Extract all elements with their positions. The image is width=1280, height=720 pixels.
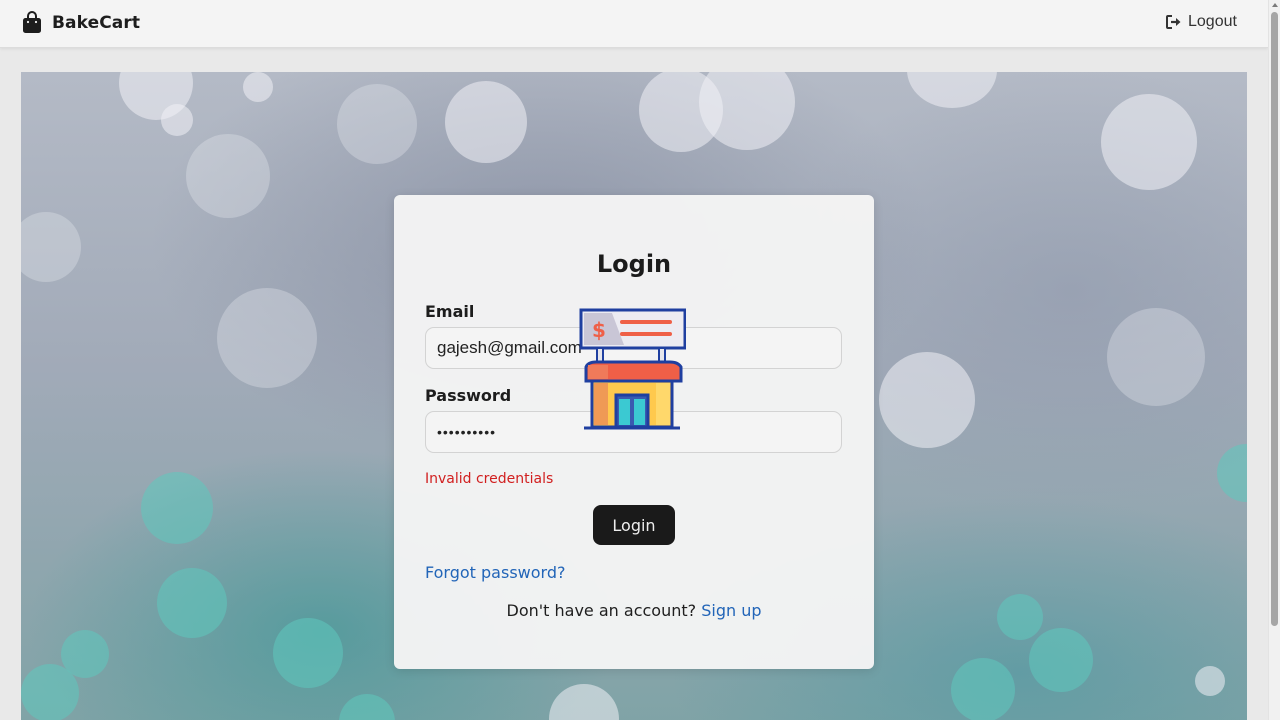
error-message: Invalid credentials xyxy=(425,471,554,487)
storefront-with-dollar-sign-icon: $ xyxy=(579,308,686,430)
brand[interactable]: BakeCart xyxy=(22,11,140,34)
bokeh-circle xyxy=(549,684,619,720)
shopping-bag-icon xyxy=(23,11,41,33)
bokeh-circle xyxy=(445,81,527,163)
bokeh-circle xyxy=(141,472,213,544)
scrollbar[interactable] xyxy=(1268,0,1280,720)
bokeh-circle xyxy=(1217,444,1247,502)
bokeh-circle xyxy=(997,594,1043,640)
scroll-up-arrow-icon[interactable] xyxy=(1272,3,1278,7)
logout-button[interactable]: Logout xyxy=(1166,13,1237,31)
bokeh-circle xyxy=(1195,666,1225,696)
bokeh-circle xyxy=(186,134,270,218)
brand-name: BakeCart xyxy=(52,12,141,33)
bokeh-circle xyxy=(337,84,417,164)
page-title: Login xyxy=(596,250,672,278)
logout-label: Logout xyxy=(1188,13,1237,30)
password-label: Password xyxy=(425,386,512,405)
bokeh-circle xyxy=(1101,94,1197,190)
bokeh-circle xyxy=(21,664,79,720)
signup-link[interactable]: Sign up xyxy=(701,601,761,620)
bokeh-circle xyxy=(339,694,395,720)
forgot-password-link[interactable]: Forgot password? xyxy=(425,563,565,582)
bokeh-circle xyxy=(21,212,81,282)
bokeh-circle xyxy=(1107,308,1205,406)
signup-row: Don't have an account? Sign up xyxy=(394,601,874,620)
svg-text:$: $ xyxy=(592,318,606,342)
bokeh-circle xyxy=(217,288,317,388)
sign-out-icon xyxy=(1166,15,1181,29)
navbar: BakeCart Logout xyxy=(0,0,1268,48)
bokeh-circle xyxy=(161,104,193,136)
bokeh-circle xyxy=(273,618,343,688)
bokeh-circle xyxy=(243,72,273,102)
bokeh-circle xyxy=(699,72,795,150)
bokeh-circle xyxy=(907,72,997,108)
login-button[interactable]: Login xyxy=(593,505,675,545)
bokeh-circle xyxy=(1029,628,1093,692)
scrollbar-thumb[interactable] xyxy=(1271,12,1278,626)
email-label: Email xyxy=(425,302,475,321)
bokeh-circle xyxy=(879,352,975,448)
signup-prompt: Don't have an account? xyxy=(506,601,697,620)
bokeh-circle xyxy=(157,568,227,638)
bokeh-circle xyxy=(951,658,1015,720)
